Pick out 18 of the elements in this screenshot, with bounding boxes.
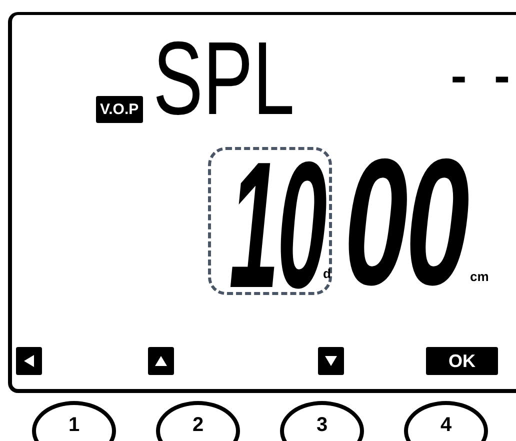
unit-label: cm xyxy=(470,270,489,283)
numbered-button[interactable]: 2 xyxy=(156,401,240,441)
numbered-button[interactable]: 4 xyxy=(404,401,488,441)
mode-badge: V.O.P xyxy=(96,96,143,123)
left-arrow-button[interactable] xyxy=(16,347,42,375)
down-arrow-button[interactable] xyxy=(318,347,344,375)
unit-label: d xyxy=(323,267,331,280)
day-value[interactable]: 10 xyxy=(229,136,326,316)
numbered-button[interactable]: 1 xyxy=(32,401,116,441)
down-triangle-icon xyxy=(324,354,338,368)
numbered-button[interactable]: 3 xyxy=(280,401,364,441)
length-value: 00 xyxy=(344,133,468,313)
mode-label: SPL xyxy=(152,27,294,131)
up-triangle-icon xyxy=(154,354,168,368)
up-arrow-button[interactable] xyxy=(148,347,174,375)
status-text: - - xyxy=(450,53,510,101)
ok-button[interactable]: OK xyxy=(426,347,498,375)
left-triangle-icon xyxy=(22,354,36,368)
